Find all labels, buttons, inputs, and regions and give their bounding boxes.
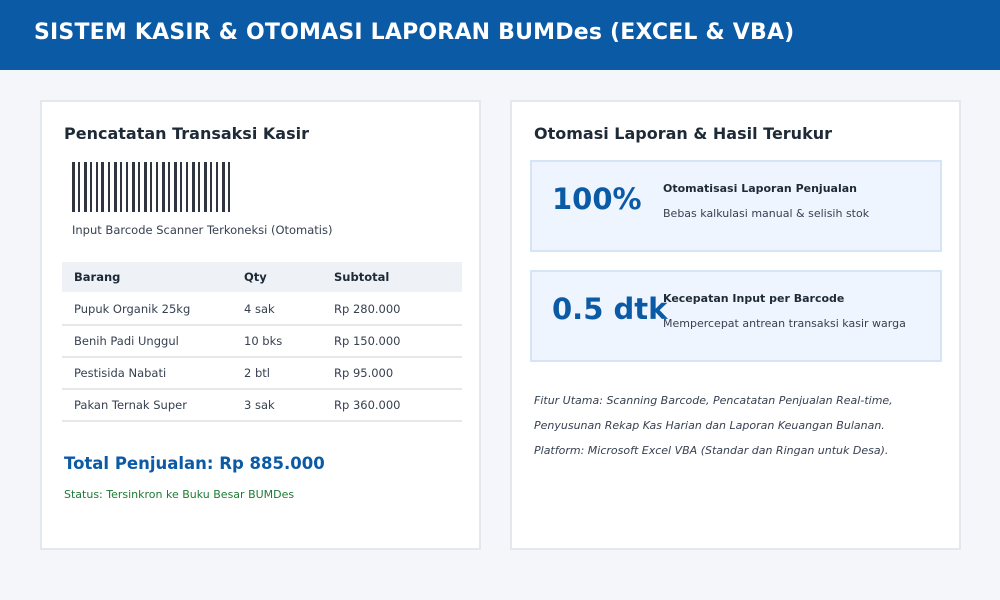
metric-title: Kecepatan Input per Barcode xyxy=(663,292,845,305)
table-row: Benih Padi Unggul 10 bks Rp 150.000 xyxy=(62,326,462,358)
subtotal-cell: Rp 360.000 xyxy=(334,398,401,412)
column-header-item: Barang xyxy=(74,270,121,284)
platform-note: Platform: Microsoft Excel VBA (Standar d… xyxy=(534,444,889,457)
metric-title: Otomatisasi Laporan Penjualan xyxy=(663,182,857,195)
metric-card-speed: 0.5 dtk Kecepatan Input per Barcode Memp… xyxy=(530,270,942,362)
qty-cell: 4 sak xyxy=(244,302,275,316)
transaction-card-title: Pencatatan Transaksi Kasir xyxy=(64,124,309,143)
table-header: Barang Qty Subtotal xyxy=(62,262,462,292)
metric-value: 0.5 dtk xyxy=(552,292,668,326)
table-row: Pupuk Organik 25kg 4 sak Rp 280.000 xyxy=(62,294,462,326)
table-row: Pakan Ternak Super 3 sak Rp 360.000 xyxy=(62,390,462,422)
subtotal-cell: Rp 280.000 xyxy=(334,302,401,316)
feature-note: Fitur Utama: Scanning Barcode, Pencatata… xyxy=(534,394,893,407)
metric-card-automation: 100% Otomatisasi Laporan Penjualan Bebas… xyxy=(530,160,942,252)
item-cell: Benih Padi Unggul xyxy=(74,334,179,348)
feature-notes: Fitur Utama: Scanning Barcode, Pencatata… xyxy=(534,388,893,463)
item-cell: Pakan Ternak Super xyxy=(74,398,187,412)
subtotal-cell: Rp 150.000 xyxy=(334,334,401,348)
qty-cell: 10 bks xyxy=(244,334,283,348)
qty-cell: 3 sak xyxy=(244,398,275,412)
report-automation-card: Otomasi Laporan & Hasil Terukur 100% Oto… xyxy=(510,100,961,550)
sales-total: Total Penjualan: Rp 885.000 xyxy=(64,454,325,473)
feature-note: Penyusunan Rekap Kas Harian dan Laporan … xyxy=(534,419,885,432)
page-title: SISTEM KASIR & OTOMASI LAPORAN BUMDes (E… xyxy=(34,20,795,45)
barcode-icon xyxy=(72,162,230,212)
item-cell: Pestisida Nabati xyxy=(74,366,167,380)
barcode-caption: Input Barcode Scanner Terkoneksi (Otomat… xyxy=(72,223,333,237)
sync-status: Status: Tersinkron ke Buku Besar BUMDes xyxy=(64,488,295,501)
item-cell: Pupuk Organik 25kg xyxy=(74,302,191,316)
table-row: Pestisida Nabati 2 btl Rp 95.000 xyxy=(62,358,462,390)
qty-cell: 2 btl xyxy=(244,366,270,380)
metric-description: Mempercepat antrean transaksi kasir warg… xyxy=(663,317,906,330)
report-card-title: Otomasi Laporan & Hasil Terukur xyxy=(534,124,832,143)
transaction-card: Pencatatan Transaksi Kasir Input Barcode… xyxy=(40,100,481,550)
subtotal-cell: Rp 95.000 xyxy=(334,366,394,380)
metric-description: Bebas kalkulasi manual & selisih stok xyxy=(663,207,870,220)
app-header: SISTEM KASIR & OTOMASI LAPORAN BUMDes (E… xyxy=(0,0,1000,70)
column-header-qty: Qty xyxy=(244,270,267,284)
column-header-subtotal: Subtotal xyxy=(334,270,390,284)
metric-value: 100% xyxy=(552,182,642,216)
